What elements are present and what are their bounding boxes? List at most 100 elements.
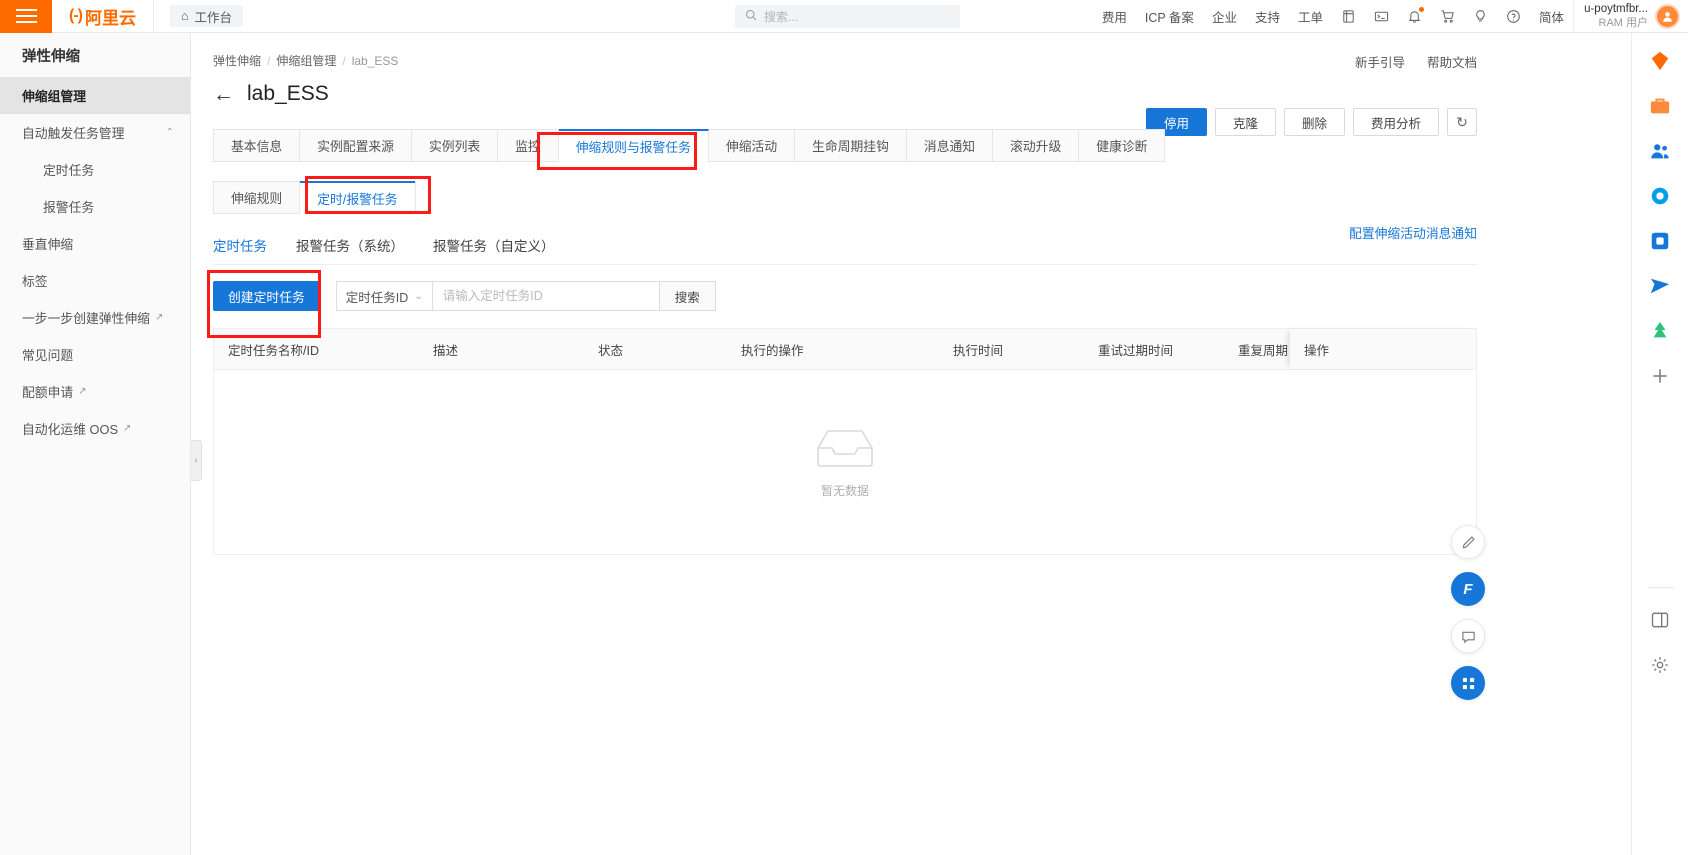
chevron-up-icon: ⌃ xyxy=(165,127,174,138)
sidebar-item-vertical-scaling[interactable]: 垂直伸缩 xyxy=(0,225,190,262)
main-content: 弹性伸缩 / 伸缩组管理 / lab_ESS 新手引导 帮助文档 ← lab_E… xyxy=(191,33,1499,855)
help-circle-icon[interactable] xyxy=(1497,0,1530,33)
tab-lifecycle-hook[interactable]: 生命周期挂钩 xyxy=(795,130,907,161)
configure-activity-notification-link[interactable]: 配置伸缩活动消息通知 xyxy=(1349,223,1477,242)
page-title: lab_ESS xyxy=(247,82,329,105)
workbench-button[interactable]: ⌂ 工作台 xyxy=(169,5,244,27)
empty-box-icon xyxy=(814,426,876,473)
newbie-guide-link[interactable]: 新手引导 xyxy=(1355,52,1405,71)
cloud-shell-icon[interactable] xyxy=(1365,0,1398,33)
shopping-cart-icon[interactable] xyxy=(1431,0,1464,33)
breadcrumb-separator: / xyxy=(342,53,346,68)
search-input[interactable] xyxy=(764,9,950,24)
filter-field-select[interactable]: 定时任务ID ⌄ xyxy=(335,281,432,311)
breadcrumb-separator: / xyxy=(267,53,271,68)
settings-gear-icon[interactable] xyxy=(1647,651,1674,678)
back-arrow-icon[interactable]: ← xyxy=(213,84,234,105)
notification-bell-icon[interactable] xyxy=(1398,0,1431,33)
sidebar-item-faq[interactable]: 常见问题 xyxy=(0,336,190,373)
shield-app-icon[interactable] xyxy=(1647,182,1674,209)
send-app-icon[interactable] xyxy=(1647,272,1674,299)
filter-input-wrap[interactable] xyxy=(431,281,660,311)
sidebar-item-step-by-step[interactable]: 一步一步创建弹性伸缩 ↗ xyxy=(0,299,190,336)
add-app-icon[interactable] xyxy=(1647,362,1674,389)
left-sidebar: 弹性伸缩 伸缩组管理 自动触发任务管理 ⌃ 定时任务 报警任务 垂直伸缩 标签 … xyxy=(0,33,191,855)
filter-search-input[interactable] xyxy=(442,289,649,303)
column-header-execution-time: 执行时间 xyxy=(953,343,1004,358)
nav-item-enterprise[interactable]: 企业 xyxy=(1203,0,1246,33)
breadcrumb-right-links: 新手引导 帮助文档 xyxy=(1355,52,1477,71)
tab-scaling-rules-and-alarm-tasks[interactable]: 伸缩规则与报警任务 xyxy=(558,129,709,162)
sidebar-item-alarm-task[interactable]: 报警任务 xyxy=(0,188,190,225)
subtab-scheduled-alarm-task[interactable]: 定时/报警任务 xyxy=(300,181,415,214)
help-doc-link[interactable]: 帮助文档 xyxy=(1427,52,1477,71)
sidebar-item-label: 配额申请 xyxy=(22,385,74,400)
hamburger-icon[interactable] xyxy=(0,0,52,33)
idea-bulb-icon[interactable] xyxy=(1464,0,1497,33)
sidebar-item-oos[interactable]: 自动化运维 OOS ↗ xyxy=(0,410,190,447)
breadcrumb-item-2: lab_ESS xyxy=(351,53,399,68)
tab3-alarm-task-custom[interactable]: 报警任务（自定义） xyxy=(433,235,555,264)
sub-tabs: 伸缩规则 定时/报警任务 xyxy=(213,181,416,214)
tab-instance-config-source[interactable]: 实例配置来源 xyxy=(300,130,412,161)
search-button[interactable]: 搜索 xyxy=(659,281,716,311)
feedback-pencil-icon[interactable] xyxy=(1451,525,1485,559)
nav-item-icp[interactable]: ICP 备案 xyxy=(1136,0,1203,33)
nav-item-fee[interactable]: 费用 xyxy=(1093,0,1136,33)
tab-instance-list[interactable]: 实例列表 xyxy=(412,130,499,161)
sidebar-item-tags[interactable]: 标签 xyxy=(0,262,190,299)
delete-button[interactable]: 删除 xyxy=(1283,108,1345,136)
avatar[interactable] xyxy=(1655,4,1680,29)
create-scheduled-task-button[interactable]: 创建定时任务 xyxy=(213,281,320,311)
app-grid-icon[interactable] xyxy=(1451,666,1485,700)
tab-rolling-upgrade[interactable]: 滚动升级 xyxy=(993,130,1080,161)
page-action-buttons: 停用 克隆 删除 费用分析 ↻ xyxy=(1145,108,1477,136)
user-account-menu[interactable]: u-poytmfbr... RAM 用户 xyxy=(1573,0,1680,33)
chat-support-icon[interactable] xyxy=(1451,619,1485,653)
panel-layout-icon[interactable] xyxy=(1647,606,1674,633)
refresh-icon[interactable]: ↻ xyxy=(1447,108,1477,136)
user-role: RAM 用户 xyxy=(1598,16,1649,29)
breadcrumb-item-1[interactable]: 伸缩组管理 xyxy=(276,52,336,69)
subtab-scaling-rule[interactable]: 伸缩规则 xyxy=(214,182,301,213)
sidebar-item-quota-request[interactable]: 配额申请 ↗ xyxy=(0,373,190,410)
tab-monitor[interactable]: 监控 xyxy=(498,130,559,161)
logo-mark-icon: (-) xyxy=(69,7,83,24)
nav-item-support[interactable]: 支持 xyxy=(1246,0,1289,33)
nav-item-ticket[interactable]: 工单 xyxy=(1289,0,1332,33)
notification-badge-dot xyxy=(1418,7,1424,12)
storage-app-icon[interactable] xyxy=(1647,227,1674,254)
console-app-icon[interactable] xyxy=(1332,0,1365,33)
right-app-rail xyxy=(1631,33,1688,855)
breadcrumb-item-0[interactable]: 弹性伸缩 xyxy=(213,52,261,69)
global-search-box[interactable] xyxy=(735,5,960,28)
sidebar-item-label: 报警任务 xyxy=(43,200,95,215)
sidebar-item-scaling-group[interactable]: 伸缩组管理 xyxy=(0,77,190,114)
sidebar-item-label: 定时任务 xyxy=(43,163,95,178)
tab-basic-info[interactable]: 基本信息 xyxy=(214,130,301,161)
column-header-action-performed: 执行的操作 xyxy=(741,343,804,358)
user-names: u-poytmfbr... RAM 用户 xyxy=(1584,2,1648,30)
logo-label: 阿里云 xyxy=(84,8,136,28)
diamond-app-icon[interactable] xyxy=(1647,47,1674,74)
clone-button[interactable]: 克隆 xyxy=(1214,108,1276,136)
toolbox-app-icon[interactable] xyxy=(1647,92,1674,119)
chevron-left-icon: ‹ xyxy=(194,455,198,466)
sidebar-item-auto-trigger-task[interactable]: 自动触发任务管理 ⌃ xyxy=(0,114,190,151)
sidebar-item-scheduled-task[interactable]: 定时任务 xyxy=(0,151,190,188)
tab3-scheduled-task[interactable]: 定时任务 xyxy=(213,235,267,264)
users-app-icon[interactable] xyxy=(1647,137,1674,164)
sidebar-item-label: 伸缩组管理 xyxy=(22,89,86,104)
tree-app-icon[interactable] xyxy=(1647,317,1674,344)
external-link-icon: ↗ xyxy=(154,312,164,323)
top-nav-group: 费用 ICP 备案 企业 支持 工单 简体 xyxy=(1093,0,1573,33)
sidebar-collapse-handle[interactable]: ‹ xyxy=(191,440,202,481)
alibaba-cloud-logo[interactable]: (-) 阿里云 xyxy=(52,0,154,33)
tab-scaling-activity[interactable]: 伸缩活动 xyxy=(709,130,796,161)
tab3-alarm-task-system[interactable]: 报警任务（系统） xyxy=(296,235,404,264)
tab-health-diagnosis[interactable]: 健康诊断 xyxy=(1079,130,1164,161)
brand-f-icon[interactable]: F xyxy=(1451,572,1485,606)
cost-analysis-button[interactable]: 费用分析 xyxy=(1352,108,1439,136)
tab-message-notification[interactable]: 消息通知 xyxy=(907,130,994,161)
language-switch[interactable]: 简体 xyxy=(1530,0,1573,33)
